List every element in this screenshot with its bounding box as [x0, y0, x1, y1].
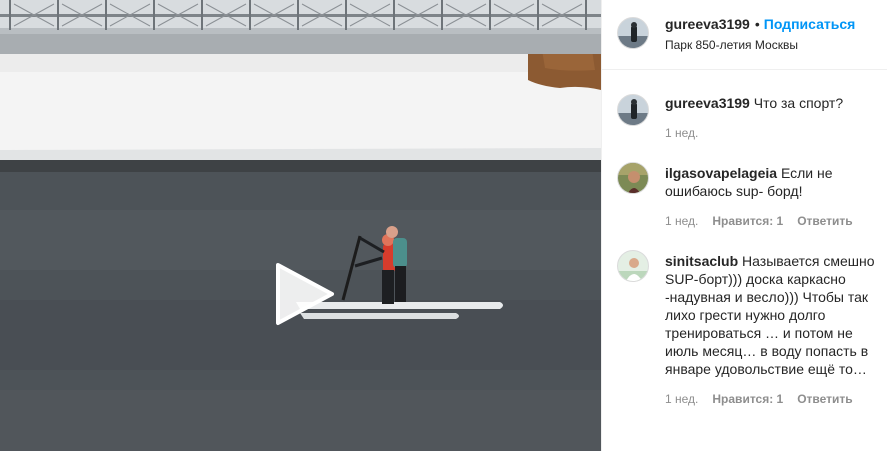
comment-likes[interactable]: Нравится: 1: [712, 392, 783, 406]
comment-username[interactable]: sinitsaclub: [665, 253, 738, 269]
comment-body: ilgasovapelageia Если не ошибаюсь sup- б…: [665, 164, 885, 200]
reply-button[interactable]: Ответить: [797, 214, 852, 228]
post-location[interactable]: Парк 850-летия Москвы: [665, 38, 798, 52]
post-video[interactable]: [0, 0, 601, 451]
avatar-image: [618, 163, 648, 193]
comment-text: Называется смешно SUP-борт))) доска карк…: [665, 253, 875, 377]
avatar[interactable]: [617, 162, 649, 194]
avatar[interactable]: [617, 250, 649, 282]
play-button[interactable]: [270, 261, 336, 327]
comment-meta: 1 нед. Нравится: 1 Ответить: [665, 214, 853, 228]
play-icon: [276, 263, 334, 325]
post-header: gureeva3199 • Подписаться Парк 850-летия М…: [602, 0, 887, 70]
header-separator: •: [754, 16, 760, 32]
comment-time[interactable]: 1 нед.: [665, 392, 698, 406]
comment-text: Что за спорт?: [753, 95, 844, 111]
comment-time[interactable]: 1 нед.: [665, 126, 698, 140]
post-username[interactable]: gureeva3199: [665, 16, 750, 32]
avatar-image: [618, 18, 648, 48]
comment-username[interactable]: gureeva3199: [665, 95, 750, 111]
reply-button[interactable]: Ответить: [797, 392, 852, 406]
video-frame: [0, 0, 601, 451]
avatar-image: [618, 251, 648, 281]
post-sidebar: gureeva3199 • Подписаться Парк 850-летия М…: [601, 0, 887, 451]
comment-username[interactable]: ilgasovapelageia: [665, 165, 777, 181]
avatar-image: [618, 95, 648, 125]
follow-button[interactable]: Подписаться: [764, 16, 856, 32]
comment-body: gureeva3199 Что за спорт?: [665, 94, 885, 112]
avatar[interactable]: [617, 17, 649, 49]
comment-body: sinitsaclub Называется смешно SUP-борт))…: [665, 252, 885, 378]
comment-meta: 1 нед.: [665, 126, 698, 140]
avatar[interactable]: [617, 94, 649, 126]
comment-meta: 1 нед. Нравится: 1 Ответить: [665, 392, 853, 406]
comment-likes[interactable]: Нравится: 1: [712, 214, 783, 228]
comment-time[interactable]: 1 нед.: [665, 214, 698, 228]
